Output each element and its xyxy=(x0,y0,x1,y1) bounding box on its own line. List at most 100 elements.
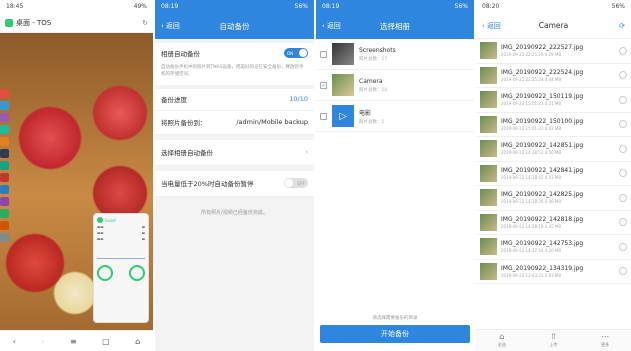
status-time: 08:19 xyxy=(322,3,340,10)
album-item[interactable]: Screenshots 照片总数：17 xyxy=(316,39,474,70)
select-circle[interactable] xyxy=(619,71,627,80)
more-button[interactable]: ⋯ 更多 xyxy=(601,333,609,348)
back-label: 返回 xyxy=(326,22,341,30)
camera-files-panel: 08:20 56% ‹ 返回 Camera ⟳ IMG_20190922_2225… xyxy=(476,0,631,351)
gauge-icon xyxy=(129,265,145,281)
file-row[interactable]: IMG_20190922_142825.jpg 2019-09-22 14:28:… xyxy=(476,186,631,211)
album-count: 照片总数：10 xyxy=(359,87,388,93)
select-circle[interactable] xyxy=(619,193,627,202)
app-icon[interactable] xyxy=(0,161,9,170)
tabs-icon[interactable]: ▢ xyxy=(102,337,110,346)
back-icon[interactable]: ‹ xyxy=(13,337,16,346)
status-bar: 18:45 49% xyxy=(0,0,153,13)
file-thumbnail xyxy=(480,66,497,84)
select-circle[interactable] xyxy=(619,242,627,251)
file-thumbnail xyxy=(480,42,497,60)
app-icon[interactable] xyxy=(0,113,9,122)
app-icon[interactable] xyxy=(0,233,9,242)
file-row[interactable]: IMG_20190922_142818.jpg 2019-09-22 14:28:… xyxy=(476,211,631,235)
app-icon[interactable] xyxy=(0,173,9,182)
album-checkbox[interactable] xyxy=(320,50,327,58)
bottom-toolbar: ⌂ 全选 ⇧ 上传 ⋯ 更多 xyxy=(476,329,631,351)
back-button[interactable]: ‹ 返回 xyxy=(161,13,180,39)
album-thumbnail xyxy=(332,74,354,96)
app-icon[interactable] xyxy=(0,221,9,230)
forward-icon[interactable]: › xyxy=(41,337,44,346)
album-name: Camera xyxy=(359,77,383,85)
app-icon[interactable] xyxy=(0,137,9,146)
select-circle[interactable] xyxy=(619,46,627,55)
select-circle[interactable] xyxy=(619,95,627,104)
select-circle[interactable] xyxy=(619,267,627,276)
app-icon[interactable] xyxy=(0,89,9,98)
file-row[interactable]: IMG_20190922_142851.jpg 2019-09-22 14:28:… xyxy=(476,137,631,162)
back-button[interactable]: ‹ 返回 xyxy=(482,13,501,39)
upload-button[interactable]: ⇧ 上传 xyxy=(549,333,557,348)
file-row[interactable]: IMG_20190922_150100.jpg 2019-09-22 15:01:… xyxy=(476,113,631,137)
select-circle[interactable] xyxy=(619,169,627,178)
sync-icon[interactable]: ⟳ xyxy=(619,13,625,39)
app-icon[interactable] xyxy=(0,125,9,134)
back-button[interactable]: ‹ 返回 xyxy=(322,13,341,39)
progress-row: 备份进度 10/10 xyxy=(155,88,314,111)
file-row[interactable]: IMG_20190922_222527.jpg 2019-09-22 22:25:… xyxy=(476,39,631,64)
select-album-panel: 08:19 56% ‹ 返回 选择相册 Screenshots 照片总数：17 ✓ … xyxy=(316,0,474,351)
select-album-row[interactable]: 选择相册自动备份 › xyxy=(155,139,314,166)
album-item[interactable]: ✓ Camera 照片总数：10 xyxy=(316,70,474,101)
file-name: IMG_20190922_142825.jpg xyxy=(501,191,584,199)
battery-text: 56% xyxy=(294,3,308,10)
toggle-text: ON xyxy=(287,50,294,56)
page-title: Camera xyxy=(538,21,569,30)
video-icon: ▷ xyxy=(332,105,354,127)
address-bar[interactable]: 桌面 - TOS ↻ xyxy=(0,13,153,33)
file-name: IMG_20190922_142753.jpg xyxy=(501,240,584,248)
button-label: 更多 xyxy=(601,342,610,347)
select-all-icon: ⌂ xyxy=(499,332,505,341)
file-row[interactable]: IMG_20190922_142753.jpg 2019-09-22 14:27:… xyxy=(476,235,631,260)
desktop-panel: 18:45 49% 桌面 - TOS ↻ Good ▬▬▬ ▬▬▬ ▬▬▬ xyxy=(0,0,153,351)
auto-backup-toggle[interactable]: ON xyxy=(284,48,308,58)
file-row[interactable]: IMG_20190922_134319.jpg 2019-09-22 13:43:… xyxy=(476,260,631,284)
low-battery-row: 当电量低于20%时自动备份暂停 OFF xyxy=(155,170,314,197)
select-circle[interactable] xyxy=(619,120,627,129)
select-all-button[interactable]: ⌂ 全选 xyxy=(498,333,506,348)
file-row[interactable]: IMG_20190922_222524.jpg 2019-09-22 22:25:… xyxy=(476,64,631,88)
album-checkbox[interactable] xyxy=(320,112,327,120)
menu-icon[interactable]: ≡ xyxy=(70,337,77,346)
file-name: IMG_20190922_150119.jpg xyxy=(501,93,584,101)
app-icon[interactable] xyxy=(0,209,9,218)
page-title: 自动备份 xyxy=(219,21,250,31)
app-icon[interactable] xyxy=(0,101,9,110)
chevron-right-icon: › xyxy=(305,148,308,156)
progress-label: 备份进度 xyxy=(161,96,187,104)
backup-target-row[interactable]: 将照片备份到： /admin/Mobile backup xyxy=(155,110,314,135)
chevron-left-icon: ‹ xyxy=(161,22,164,30)
album-item[interactable]: ▷ 电影 照片总数：1 xyxy=(316,101,474,132)
upload-icon: ⇧ xyxy=(550,332,557,341)
chevron-left-icon: ‹ xyxy=(482,22,485,30)
app-icon[interactable] xyxy=(0,185,9,194)
start-backup-button[interactable]: 开始备份 xyxy=(320,325,470,343)
button-label: 全选 xyxy=(497,342,506,347)
file-list: IMG_20190922_222527.jpg 2019-09-22 22:25:… xyxy=(476,39,631,284)
refresh-icon[interactable]: ↻ xyxy=(142,19,148,27)
file-row[interactable]: IMG_20190922_150119.jpg 2019-09-22 15:01:… xyxy=(476,88,631,113)
app-icon[interactable] xyxy=(0,149,9,158)
battery-text: 49% xyxy=(133,3,147,10)
file-thumbnail xyxy=(480,238,497,256)
home-icon[interactable]: ⌂ xyxy=(135,337,140,346)
low-battery-toggle[interactable]: OFF xyxy=(284,178,308,188)
page-title: 选择相册 xyxy=(380,21,410,31)
file-meta: 2019-09-22 14:27:54 4.26 MB xyxy=(501,248,562,254)
file-row[interactable]: IMG_20190922_142841.jpg 2019-09-22 14:28:… xyxy=(476,162,631,186)
file-thumbnail xyxy=(480,140,497,158)
select-circle[interactable] xyxy=(619,144,627,153)
select-circle[interactable] xyxy=(619,218,627,227)
battery-text: 56% xyxy=(454,3,468,10)
system-monitor-widget[interactable]: Good ▬▬ ▬ ▬▬ ▬ ▬▬ ▬ xyxy=(93,213,149,323)
widget-title: Good xyxy=(105,217,116,223)
app-icon[interactable] xyxy=(0,197,9,206)
album-count: 照片总数：1 xyxy=(359,119,385,125)
file-thumbnail xyxy=(480,262,497,280)
album-checkbox[interactable]: ✓ xyxy=(320,81,327,89)
